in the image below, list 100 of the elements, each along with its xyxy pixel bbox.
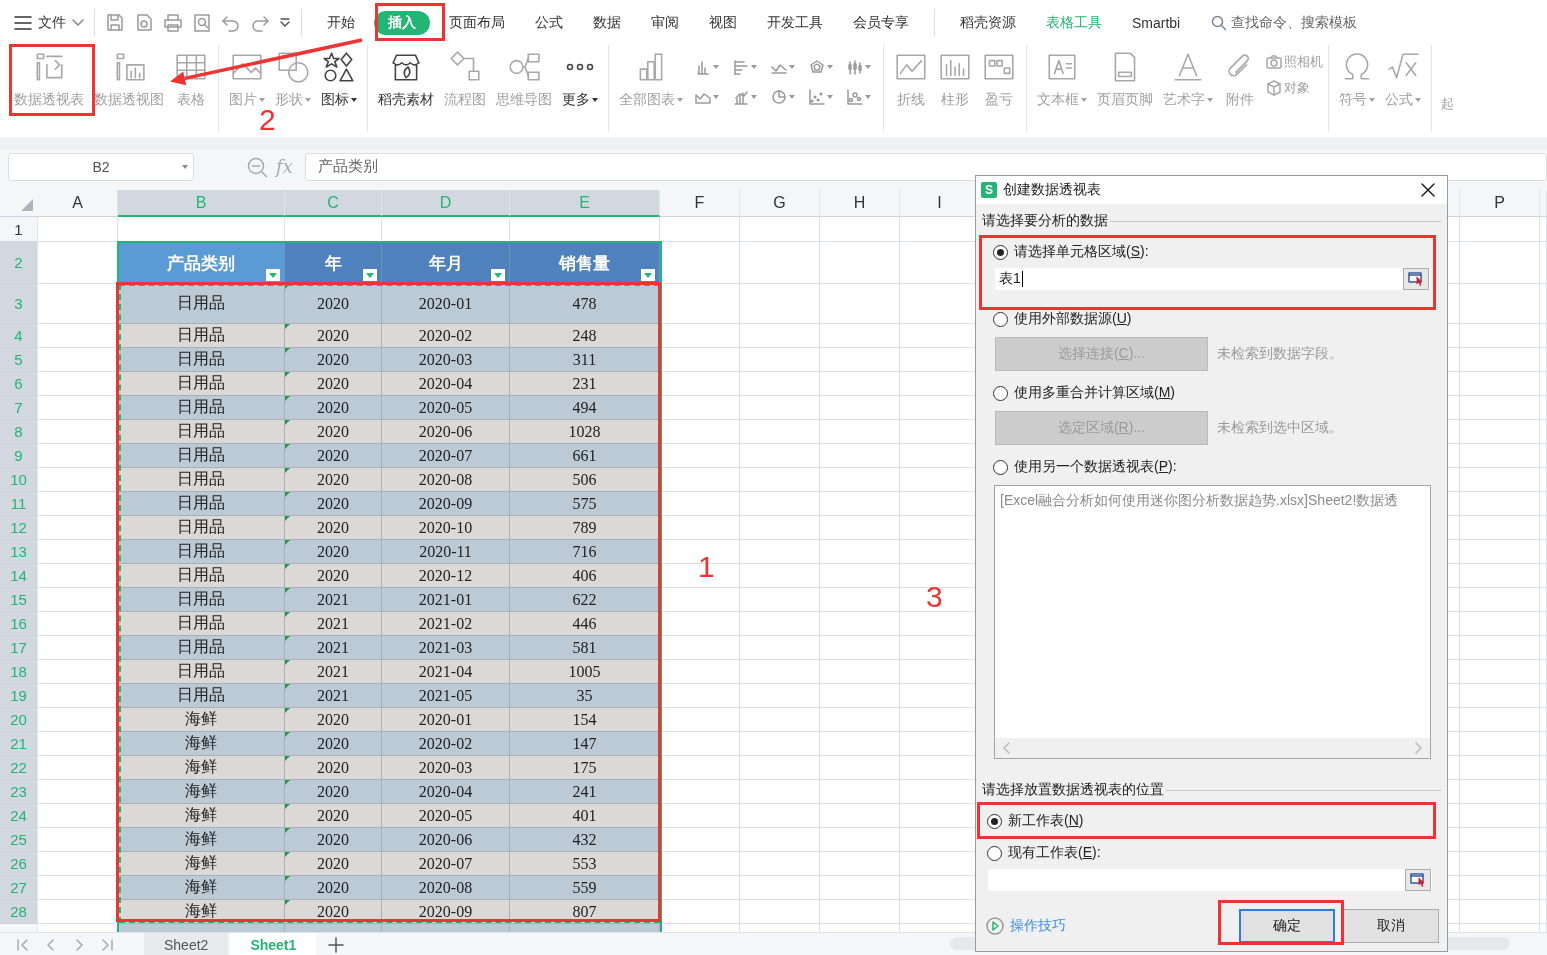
annotation-number: 1 — [698, 552, 715, 582]
row-header[interactable]: 25 — [0, 828, 38, 852]
table-cell: 2020 — [285, 372, 382, 396]
column-header[interactable]: F — [660, 190, 740, 217]
column-header[interactable]: C — [285, 190, 382, 217]
radio-option[interactable]: 新工作表(N) — [976, 811, 1090, 831]
column-header[interactable]: E — [510, 190, 660, 217]
table-cell: 2020-04 — [382, 372, 510, 396]
sheet-tab[interactable]: Sheet1 — [230, 933, 317, 955]
ribbon-tab[interactable]: 公式 — [524, 10, 574, 35]
table-cell: 622 — [510, 588, 660, 612]
radio-option[interactable]: 使用外部数据源(U) — [976, 309, 1138, 329]
ribbon-tab[interactable]: 开始 — [316, 10, 366, 35]
row-header[interactable]: 3 — [0, 284, 38, 324]
table-cell: 716 — [510, 540, 660, 564]
table-cell: 2020-03 — [382, 756, 510, 780]
table-cell: 2020-06 — [382, 420, 510, 444]
row-header[interactable]: 22 — [0, 756, 38, 780]
ribbon-tab[interactable]: 审阅 — [640, 10, 690, 35]
radio-option[interactable]: 请选择单元格区域(S): — [976, 242, 1155, 262]
row-header[interactable]: 23 — [0, 780, 38, 804]
row-header[interactable]: 8 — [0, 420, 38, 444]
table-cell: 147 — [510, 732, 660, 756]
ribbon-button[interactable]: 图标 — [316, 50, 362, 109]
table-cell: 日用品 — [118, 588, 285, 612]
ribbon-button[interactable]: 更多 — [557, 50, 603, 109]
row-header[interactable]: 6 — [0, 372, 38, 396]
column-header[interactable]: H — [820, 190, 900, 217]
table-cell: 311 — [510, 348, 660, 372]
row-header[interactable]: 10 — [0, 468, 38, 492]
row-header[interactable]: 11 — [0, 492, 38, 516]
dialog-button[interactable]: 取消 — [1343, 909, 1439, 943]
radio-option[interactable]: 使用另一个数据透视表(P): — [976, 457, 1183, 477]
table-cell: 2020 — [285, 756, 382, 780]
row-header[interactable]: 17 — [0, 636, 38, 660]
table-cell: 553 — [510, 852, 660, 876]
section-label: 请选择放置数据透视表的位置 — [982, 781, 1164, 799]
table-cell: 2021-04 — [382, 660, 510, 684]
row-header[interactable]: 18 — [0, 660, 38, 684]
row-header[interactable]: 5 — [0, 348, 38, 372]
table-cell: 2020-05 — [382, 804, 510, 828]
table-cell: 2020-03 — [382, 348, 510, 372]
row-header[interactable]: 21 — [0, 732, 38, 756]
row-header[interactable]: 9 — [0, 444, 38, 468]
ribbon-tab[interactable]: 开发工具 — [756, 10, 834, 35]
ribbon-tab[interactable]: 数据 — [582, 10, 632, 35]
radio-option[interactable]: 使用多重合并计算区域(M) — [976, 383, 1181, 403]
row-header[interactable]: 14 — [0, 564, 38, 588]
ribbon-tab[interactable]: Smartbi — [1121, 11, 1192, 34]
range-field[interactable]: 表1 — [995, 268, 1430, 290]
radio-option[interactable]: 现有工作表(E): — [976, 843, 1107, 863]
row-header[interactable]: 27 — [0, 876, 38, 900]
app-logo: S — [981, 182, 997, 198]
dialog-button[interactable]: 确定 — [1239, 909, 1335, 943]
table-cell: 248 — [510, 324, 660, 348]
table-cell: 2020 — [285, 540, 382, 564]
ribbon-tab[interactable]: 表格工具 — [1035, 10, 1113, 35]
table-cell: 2020-09 — [382, 492, 510, 516]
table-cell: 日用品 — [118, 612, 285, 636]
column-header[interactable]: B — [118, 190, 285, 217]
column-header[interactable]: G — [740, 190, 820, 217]
file-menu[interactable]: 文件 — [38, 13, 66, 32]
row-header[interactable]: 28 — [0, 900, 38, 924]
row-header[interactable]: 26 — [0, 852, 38, 876]
column-header[interactable]: D — [382, 190, 510, 217]
tips-link[interactable]: 操作技巧 — [986, 917, 1066, 935]
search-field[interactable]: 查找命令、搜索模板 — [1231, 13, 1358, 32]
table-cell: 241 — [510, 780, 660, 804]
table-cell: 日用品 — [118, 372, 285, 396]
name-box[interactable]: B2 — [8, 152, 194, 181]
table-header: 年月 — [382, 242, 510, 284]
ribbon-tab[interactable]: 页面布局 — [438, 10, 516, 35]
row-header[interactable]: 15 — [0, 588, 38, 612]
row-header[interactable]: 19 — [0, 684, 38, 708]
table-cell: 35 — [510, 684, 660, 708]
ribbon-tab[interactable]: 会员专享 — [842, 10, 920, 35]
row-header[interactable]: 2 — [0, 242, 38, 284]
row-header[interactable]: 16 — [0, 612, 38, 636]
row-header[interactable]: 12 — [0, 516, 38, 540]
row-header[interactable]: 1 — [0, 217, 38, 242]
formula-field[interactable]: 产品类别 — [304, 152, 1547, 181]
column-header[interactable]: A — [38, 190, 118, 217]
table-cell: 2021 — [285, 636, 382, 660]
sheet-tab[interactable]: Sheet2 — [144, 933, 229, 955]
table-cell: 日用品 — [118, 468, 285, 492]
row-header[interactable]: 4 — [0, 324, 38, 348]
column-header[interactable]: P — [1460, 190, 1540, 217]
table-cell: 2020 — [285, 420, 382, 444]
table-cell: 海鲜 — [118, 828, 285, 852]
row-header[interactable]: 13 — [0, 540, 38, 564]
row-header[interactable]: 24 — [0, 804, 38, 828]
table-cell: 2020-08 — [382, 468, 510, 492]
function-label[interactable]: fx — [276, 156, 293, 177]
row-header[interactable]: 20 — [0, 708, 38, 732]
row-header[interactable]: 7 — [0, 396, 38, 420]
ribbon-tab[interactable]: 视图 — [698, 10, 748, 35]
ribbon-tab[interactable]: 稻壳资源 — [949, 10, 1027, 35]
ribbon-button[interactable]: 稻壳素材 — [373, 50, 439, 109]
table-cell: 478 — [510, 284, 660, 324]
table-cell: 日用品 — [118, 564, 285, 588]
